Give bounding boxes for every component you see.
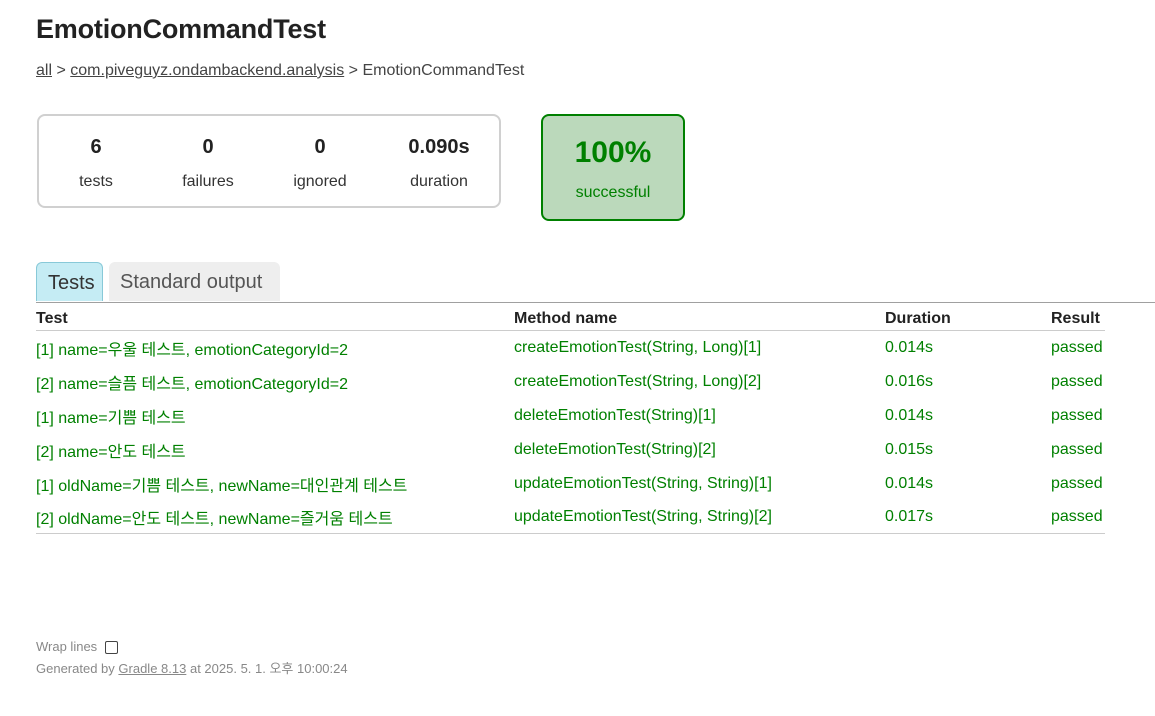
column-header-result: Result (1051, 303, 1105, 331)
method-name-cell: deleteEmotionTest(String)[1] (514, 407, 716, 424)
failures-label: failures (182, 173, 234, 190)
test-name-cell: [2] name=안도 테스트 (36, 444, 186, 461)
method-name-cell: updateEmotionTest(String, String)[2] (514, 501, 885, 534)
success-rate-value: 100% (574, 136, 652, 169)
test-name-cell: [1] name=기쁨 테스트 (36, 410, 186, 427)
result-cell: passed (1051, 373, 1103, 390)
duration-cell: 0.014s (885, 339, 934, 356)
tests-table: Test Method name Duration Result [1] nam… (36, 303, 1105, 534)
tests-label: tests (79, 173, 113, 190)
column-header-duration: Duration (885, 303, 1051, 331)
test-name-cell: [2] name=슬픔 테스트, emotionCategoryId=2 (36, 376, 348, 393)
duration-cell: 0.017s (885, 501, 1051, 534)
table-row: [1] name=우울 테스트, emotionCategoryId=2 cre… (36, 331, 1105, 366)
duration-cell: 0.016s (885, 373, 934, 390)
breadcrumb-separator: > (56, 62, 66, 79)
tab-standard-output[interactable]: Standard output (109, 262, 280, 301)
table-row: [2] name=안도 테스트 deleteEmotionTest(String… (36, 433, 1105, 467)
breadcrumb-package-link[interactable]: com.piveguyz.ondambackend.analysis (70, 62, 344, 79)
test-name-cell: [1] name=우울 테스트, emotionCategoryId=2 (36, 342, 348, 359)
tests-count: 6 (90, 136, 102, 158)
result-cell: passed (1051, 501, 1105, 534)
method-name-cell: createEmotionTest(String, Long)[2] (514, 373, 762, 390)
footer: Wrap lines Generated by Gradle 8.13 at 2… (36, 637, 348, 677)
wrap-lines-toggle: Wrap lines (36, 637, 348, 655)
result-cell: passed (1051, 407, 1103, 424)
method-name-cell: updateEmotionTest(String, String)[1] (514, 475, 772, 492)
success-rate-box: 100% successful (541, 114, 685, 221)
column-header-method-name: Method name (514, 303, 885, 331)
page-title: EmotionCommandTest (36, 14, 326, 44)
column-header-test: Test (36, 303, 514, 331)
table-row: [2] oldName=안도 테스트, newName=즐거움 테스트 upda… (36, 501, 1105, 534)
result-cell: passed (1051, 339, 1103, 356)
table-row: [1] oldName=기쁨 테스트, newName=대인관계 테스트 upd… (36, 467, 1105, 501)
ignored-label: ignored (293, 173, 347, 190)
result-cell: passed (1051, 475, 1103, 492)
table-header-row: Test Method name Duration Result (36, 303, 1105, 331)
breadcrumb-current: EmotionCommandTest (362, 62, 525, 79)
duration-label: duration (410, 173, 468, 190)
table-row: [2] name=슬픔 테스트, emotionCategoryId=2 cre… (36, 365, 1105, 399)
result-cell: passed (1051, 441, 1103, 458)
summary-box: 6 tests 0 failures 0 ignored 0.090s dura… (37, 114, 501, 208)
failures-count: 0 (202, 136, 214, 158)
generated-by-line: Generated by Gradle 8.13 at 2025. 5. 1. … (36, 658, 348, 677)
success-rate-label: successful (575, 184, 651, 201)
test-name-cell: [1] oldName=기쁨 테스트, newName=대인관계 테스트 (36, 478, 408, 495)
generated-prefix: Generated by (36, 661, 115, 676)
wrap-lines-label: Wrap lines (36, 638, 98, 654)
tab-bar: Tests Standard output (36, 262, 1155, 303)
method-name-cell: createEmotionTest(String, Long)[1] (514, 339, 762, 356)
duration-cell: 0.015s (885, 441, 934, 458)
gradle-link[interactable]: Gradle 8.13 (118, 661, 186, 676)
breadcrumb-separator: > (348, 62, 358, 79)
duration-cell: 0.014s (885, 475, 934, 492)
table-row: [1] name=기쁨 테스트 deleteEmotionTest(String… (36, 399, 1105, 433)
duration-cell: 0.014s (885, 407, 934, 424)
method-name-cell: deleteEmotionTest(String)[2] (514, 441, 716, 458)
breadcrumb: all > com.piveguyz.ondambackend.analysis… (36, 62, 524, 80)
duration-value: 0.090s (408, 136, 470, 158)
ignored-count: 0 (314, 136, 326, 158)
breadcrumb-all-link[interactable]: all (36, 62, 52, 79)
test-name-cell: [2] oldName=안도 테스트, newName=즐거움 테스트 (36, 501, 514, 534)
tab-tests[interactable]: Tests (36, 262, 103, 301)
generated-timestamp: at 2025. 5. 1. 오후 10:00:24 (189, 661, 348, 676)
wrap-lines-checkbox[interactable] (105, 641, 119, 654)
